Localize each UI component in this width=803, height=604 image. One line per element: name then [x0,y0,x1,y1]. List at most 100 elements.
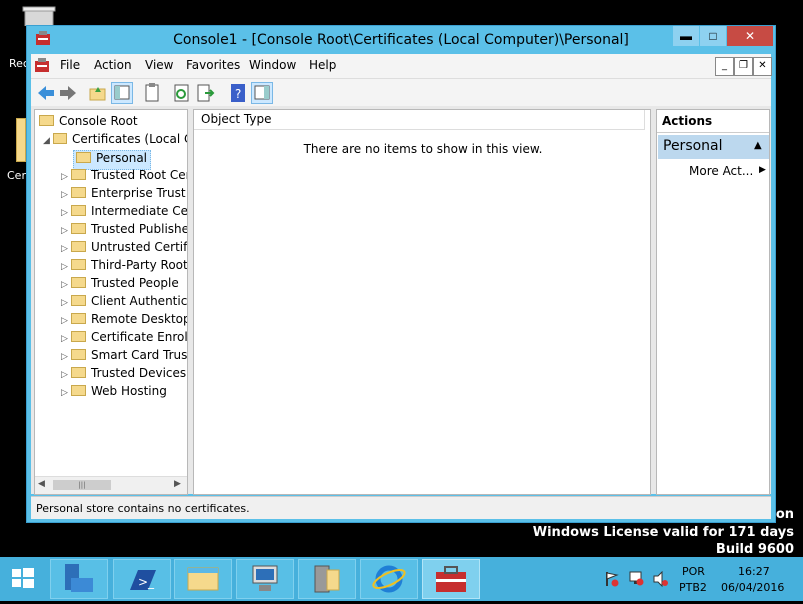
collapse-arrow-icon[interactable]: ◢ [43,136,53,146]
input-language[interactable]: POR [682,565,705,578]
folder-icon [71,259,86,270]
menu-help[interactable]: Help [309,58,336,72]
minimize-button[interactable]: ▬ [673,26,699,46]
scroll-thumb[interactable]: ||| [53,480,111,490]
clock-time[interactable]: 16:27 [738,565,770,578]
expand-arrow-icon[interactable]: ▷ [61,244,71,254]
expand-arrow-icon[interactable]: ▷ [61,208,71,218]
forward-arrow-icon[interactable] [57,82,79,104]
folder-icon [71,295,86,306]
expand-arrow-icon[interactable]: ▷ [61,298,71,308]
tree-item-store[interactable]: ▷ Smart Card Trust [61,348,187,366]
submenu-arrow-icon: ▶ [759,165,766,175]
export-list-icon[interactable] [195,82,217,104]
menu-view[interactable]: View [145,58,173,72]
results-pane: Object Type There are no items to show i… [193,109,651,495]
recycle-bin-icon[interactable] [22,6,56,27]
svg-text:?: ? [235,87,241,101]
tree-item-store[interactable]: ▷ Trusted Devices [61,366,186,384]
tree-item-store[interactable]: ▷ Trusted People [61,276,179,294]
tree-item-console-root[interactable]: Console Root [39,114,138,132]
menu-favorites[interactable]: Favorites [186,58,240,72]
start-button[interactable] [0,557,46,601]
mdi-close-button[interactable]: ✕ [753,57,772,76]
scroll-left-icon[interactable]: ◀ [38,479,45,489]
server-manager-button[interactable] [50,559,108,599]
actions-header-label: Actions [662,114,713,128]
clock-date[interactable]: 06/04/2016 [721,581,784,594]
expand-arrow-icon[interactable]: ▷ [61,316,71,326]
folder-icon [71,169,86,180]
menu-action[interactable]: Action [94,58,132,72]
horizontal-scrollbar[interactable]: ◀ ||| ▶ [35,476,187,494]
tree-item-store[interactable]: ▷ Enterprise Trust [61,186,186,204]
help-icon[interactable]: ? [227,82,249,104]
menu-bar: File Action View Favorites Window Help _… [31,54,772,78]
expand-arrow-icon[interactable]: ▷ [61,190,71,200]
back-arrow-icon[interactable] [35,82,57,104]
mdi-restore-button[interactable]: ❐ [734,57,753,76]
close-button[interactable]: ✕ [727,26,773,46]
tree-item-store[interactable]: ▷ Third-Party Root [61,258,188,276]
certificate-shortcut-icon[interactable] [16,118,26,162]
tree-item-store[interactable]: ▷ Trusted Root Cer [61,168,188,186]
certificates-snapin-icon [53,133,67,144]
keyboard-layout[interactable]: PTB2 [679,581,707,594]
expand-arrow-icon[interactable]: ▷ [61,280,71,290]
network-status-icon[interactable] [628,570,644,589]
title-bar[interactable]: Console1 - [Console Root\Certificates (L… [27,26,775,54]
volume-icon[interactable] [652,570,668,590]
content-area: Console Root ◢ Certificates (Local Co Per… [31,106,771,495]
expand-arrow-icon[interactable]: ▷ [61,388,71,398]
expand-arrow-icon[interactable]: ▷ [61,226,71,236]
show-hide-console-tree-icon[interactable] [111,82,133,104]
column-header-object-type[interactable]: Object Type [194,110,645,130]
scroll-right-icon[interactable]: ▶ [174,479,181,489]
refresh-icon[interactable] [171,82,193,104]
svg-text:>_: >_ [138,575,155,589]
expand-arrow-icon[interactable]: ▷ [61,370,71,380]
file-explorer-button[interactable] [174,559,232,599]
expand-arrow-icon[interactable]: ▷ [61,172,71,182]
computer-icon [252,565,278,591]
tree-item-personal[interactable]: Personal [73,150,152,170]
powershell-button[interactable]: >_ [113,559,171,599]
file-explorer-icon [187,567,219,591]
mmc-console-button[interactable] [422,559,480,599]
collapse-triangle-icon[interactable]: ▲ [754,140,762,151]
network-computer-button[interactable] [236,559,294,599]
expand-arrow-icon[interactable]: ▷ [61,352,71,362]
certificate-server-button[interactable] [298,559,356,599]
folder-icon [71,349,86,360]
tree-item-certificates[interactable]: ◢ Certificates (Local Co [43,132,187,150]
tree-item-store[interactable]: ▷ Web Hosting [61,384,167,402]
actions-section-label: Personal [663,138,723,154]
show-hide-action-pane-icon[interactable] [251,82,273,104]
properties-icon[interactable] [141,82,163,104]
expand-arrow-icon[interactable]: ▷ [61,262,71,272]
mdi-minimize-button[interactable]: _ [715,57,734,76]
more-actions-item[interactable]: More Act... ▶ [687,162,767,180]
folder-icon [71,187,86,198]
expand-arrow-icon[interactable]: ▷ [61,334,71,344]
actions-section-personal[interactable]: Personal ▲ [658,135,769,159]
tree-item-store[interactable]: ▷ Remote Desktop [61,312,187,330]
tree-item-label: Enterprise Trust [91,186,186,200]
maximize-button[interactable]: □ [700,26,726,46]
tree-item-label: Trusted Root Cer [91,168,188,182]
document-icon[interactable] [35,58,49,72]
tree-item-store[interactable]: ▷ Client Authentica [61,294,188,312]
tree-item-label: Client Authentica [91,294,188,308]
watermark-build: Build 9600 [715,542,794,557]
menu-file[interactable]: File [60,58,80,72]
tree-item-store[interactable]: ▷ Intermediate Cert [61,204,187,222]
internet-explorer-button[interactable] [360,559,418,599]
menu-window[interactable]: Window [249,58,296,72]
flag-notification-icon[interactable] [604,571,620,590]
up-folder-icon[interactable] [87,82,109,104]
tree-item-store[interactable]: ▷ Certificate Enrolln [61,330,187,348]
folder-icon [71,313,86,324]
tree-item-label: Third-Party Root [91,258,188,272]
tree-item-store[interactable]: ▷ Trusted Publisher [61,222,187,240]
tree-item-store[interactable]: ▷ Untrusted Certific [61,240,187,258]
